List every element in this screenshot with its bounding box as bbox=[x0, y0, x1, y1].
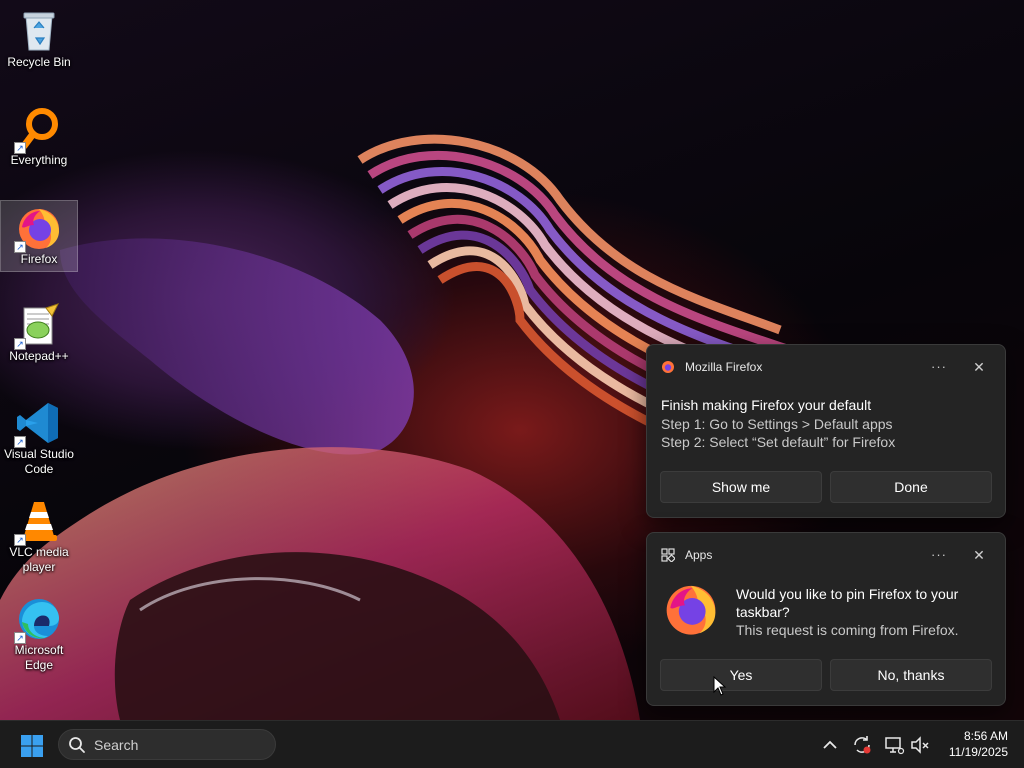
shortcut-arrow-icon: ↗ bbox=[14, 632, 26, 644]
desktop-icon-vscode[interactable]: ↗ Visual Studio Code bbox=[0, 396, 78, 482]
toast-app-name: Apps bbox=[685, 548, 713, 562]
vlc-icon: ↗ bbox=[14, 498, 62, 546]
everything-magnifier-icon: ↗ bbox=[14, 106, 62, 154]
desktop-icon-recycle-bin[interactable]: Recycle Bin bbox=[0, 4, 78, 76]
toast-step-2: Step 2: Select “Set default” for Firefox bbox=[661, 434, 896, 450]
vscode-icon: ↗ bbox=[14, 400, 62, 448]
clock-date: 11/19/2025 bbox=[948, 745, 1008, 759]
desktop-icon-label: Visual Studio Code bbox=[4, 447, 74, 476]
shortcut-arrow-icon: ↗ bbox=[14, 534, 26, 546]
show-hidden-icons-chevron-icon[interactable] bbox=[819, 734, 841, 756]
network-icon[interactable] bbox=[883, 734, 905, 756]
desktop-icon-vlc[interactable]: ↗ VLC media player bbox=[0, 494, 78, 580]
toast-question: Would you like to pin Firefox to your ta… bbox=[736, 586, 959, 620]
toast-header: Mozilla Firefox bbox=[661, 359, 762, 375]
start-button[interactable] bbox=[20, 734, 44, 758]
show-me-button[interactable]: Show me bbox=[660, 471, 822, 503]
yes-button[interactable]: Yes bbox=[660, 659, 822, 691]
apps-icon bbox=[661, 548, 675, 562]
more-options-button[interactable]: ··· bbox=[927, 543, 951, 567]
toast-step-1: Step 1: Go to Settings > Default apps bbox=[661, 416, 893, 432]
search-icon bbox=[69, 737, 85, 753]
firefox-logo-icon bbox=[663, 581, 719, 637]
system-clock[interactable]: 8:56 AM 11/19/2025 bbox=[949, 728, 1008, 760]
more-options-button[interactable]: ··· bbox=[927, 355, 951, 379]
search-placeholder: Search bbox=[94, 737, 139, 753]
sync-update-icon[interactable] bbox=[851, 734, 873, 756]
recycle-bin-icon bbox=[16, 8, 62, 54]
edge-icon: ↗ bbox=[14, 596, 62, 644]
shortcut-arrow-icon: ↗ bbox=[14, 142, 26, 154]
clock-time: 8:56 AM bbox=[963, 729, 1008, 743]
desktop-icon-firefox[interactable]: ↗ Firefox bbox=[0, 200, 78, 272]
desktop-icon-label: Recycle Bin bbox=[7, 55, 71, 69]
shortcut-arrow-icon: ↗ bbox=[14, 436, 26, 448]
toast-pin-taskbar[interactable]: Apps ··· ✕ Would you like to pin Firefox… bbox=[646, 532, 1006, 706]
desktop-icon-everything[interactable]: ↗ Everything bbox=[0, 102, 78, 174]
notepad-plus-plus-icon: ↗ bbox=[14, 302, 62, 350]
shortcut-arrow-icon: ↗ bbox=[14, 241, 26, 253]
desktop-icon-label: Microsoft Edge bbox=[14, 643, 64, 672]
taskbar-search-box[interactable]: Search bbox=[58, 729, 276, 760]
firefox-icon bbox=[662, 361, 674, 373]
toast-app-name: Mozilla Firefox bbox=[685, 360, 763, 374]
toast-source: This request is coming from Firefox. bbox=[736, 622, 959, 638]
desktop-icon-label: Everything bbox=[10, 153, 68, 167]
done-button[interactable]: Done bbox=[830, 471, 992, 503]
desktop-icon-notepad-plus-plus[interactable]: ↗ Notepad++ bbox=[0, 298, 78, 370]
taskbar: Search 8:56 AM 11/19/2025 bbox=[0, 720, 1024, 768]
close-button[interactable]: ✕ bbox=[967, 355, 991, 379]
no-thanks-button[interactable]: No, thanks bbox=[830, 659, 992, 691]
toast-header: Apps bbox=[661, 547, 712, 563]
windows-logo-icon bbox=[21, 735, 43, 757]
close-button[interactable]: ✕ bbox=[967, 543, 991, 567]
mouse-cursor-icon bbox=[713, 676, 727, 696]
desktop-icon-edge[interactable]: ↗ Microsoft Edge bbox=[0, 592, 78, 678]
toast-title: Finish making Firefox your default bbox=[661, 397, 872, 413]
desktop-icon-label: Firefox bbox=[20, 252, 58, 266]
desktop-icon-label: Notepad++ bbox=[9, 349, 69, 363]
volume-muted-icon[interactable] bbox=[909, 734, 931, 756]
shortcut-arrow-icon: ↗ bbox=[14, 338, 26, 350]
desktop-icon-label: VLC media player bbox=[9, 545, 69, 574]
toast-default-browser[interactable]: Mozilla Firefox ··· ✕ Finish making Fire… bbox=[646, 344, 1006, 518]
firefox-icon: ↗ bbox=[14, 205, 62, 253]
